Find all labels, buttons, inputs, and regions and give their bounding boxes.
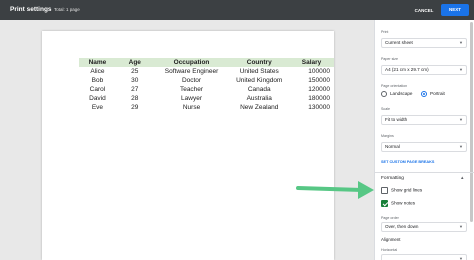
annotation-arrow-icon <box>296 181 374 199</box>
